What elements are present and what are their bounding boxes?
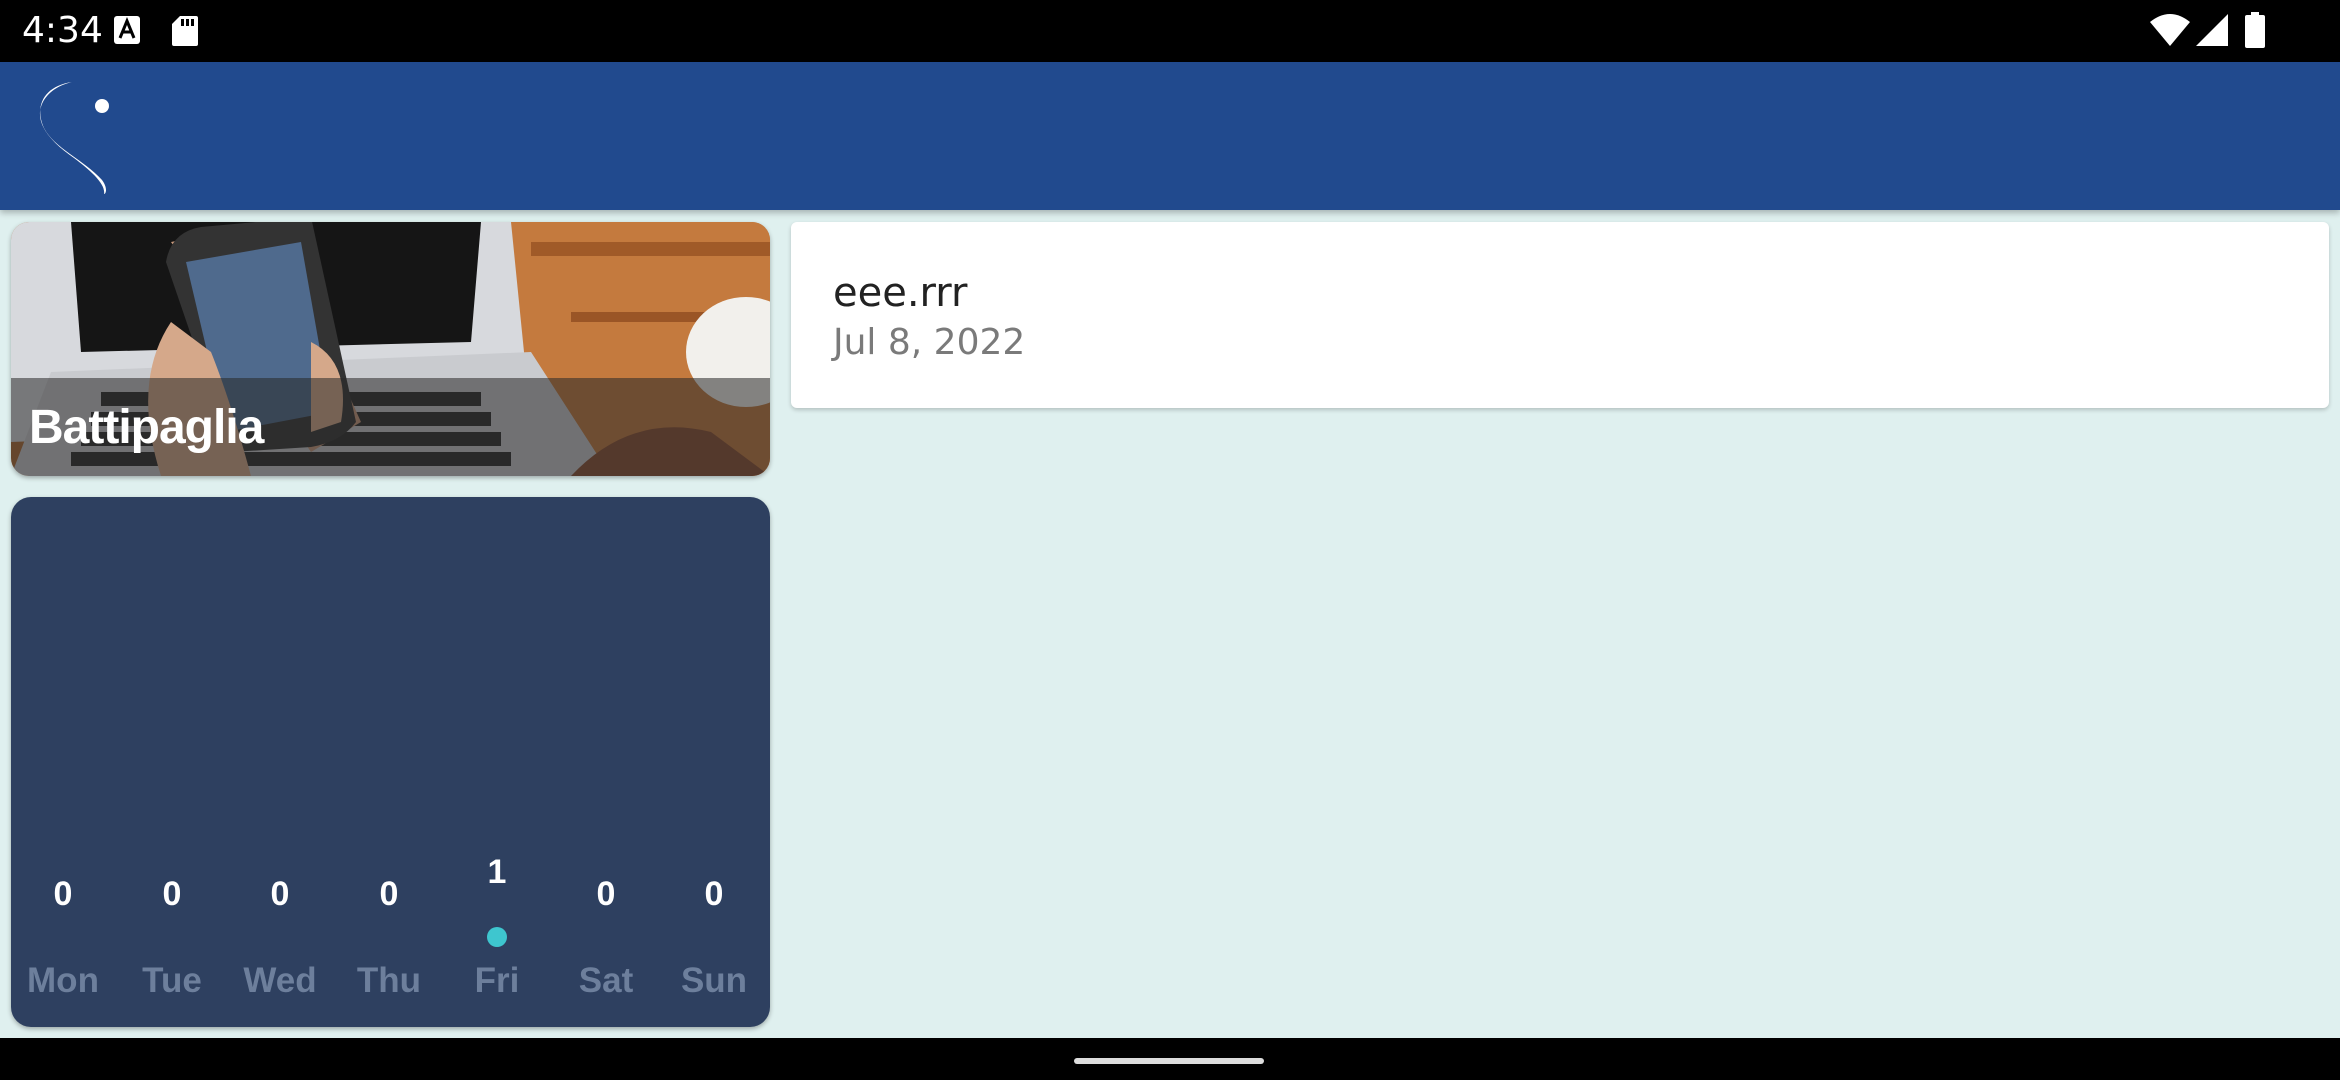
wifi-icon xyxy=(2150,14,2190,46)
day-count-sat: 0 xyxy=(596,875,616,913)
app-bar xyxy=(0,62,2340,210)
font-a-icon xyxy=(114,16,140,44)
day-count-fri: 1 xyxy=(487,853,507,891)
s-logo-icon xyxy=(39,82,109,194)
day-label-tue: Tue xyxy=(142,961,202,1000)
location-card[interactable]: Battipaglia xyxy=(11,222,770,476)
location-name: Battipaglia xyxy=(29,401,264,454)
day-count-wed: 0 xyxy=(270,875,290,913)
entry-date: Jul 8, 2022 xyxy=(833,322,1026,363)
day-count-tue: 0 xyxy=(162,875,182,913)
day-label-mon: Mon xyxy=(27,961,99,1000)
battery-icon xyxy=(2245,12,2265,48)
day-count-sun: 0 xyxy=(704,875,724,913)
home-gesture-handle[interactable] xyxy=(1074,1058,1264,1064)
day-label-fri: Fri xyxy=(474,961,520,1000)
signal-icon xyxy=(2196,14,2228,46)
day-label-sat: Sat xyxy=(578,961,634,1000)
activity-dot xyxy=(487,927,507,947)
entry-card[interactable]: eee.rrr Jul 8, 2022 xyxy=(791,222,2329,408)
weekly-activity-card: 0 Mon 0 Tue 0 Wed 0 Thu 1 Fri 0 Sat 0 Sun xyxy=(11,497,770,1027)
status-time: 4:34 xyxy=(22,10,103,51)
day-label-thu: Thu xyxy=(356,961,422,1000)
day-count-mon: 0 xyxy=(53,875,73,913)
status-bar: 4:34 xyxy=(0,0,2340,62)
day-count-thu: 0 xyxy=(379,875,399,913)
day-label-wed: Wed xyxy=(243,961,317,1000)
sd-card-icon xyxy=(172,16,198,46)
entry-title: eee.rrr xyxy=(833,270,968,316)
day-label-sun: Sun xyxy=(680,961,748,1000)
